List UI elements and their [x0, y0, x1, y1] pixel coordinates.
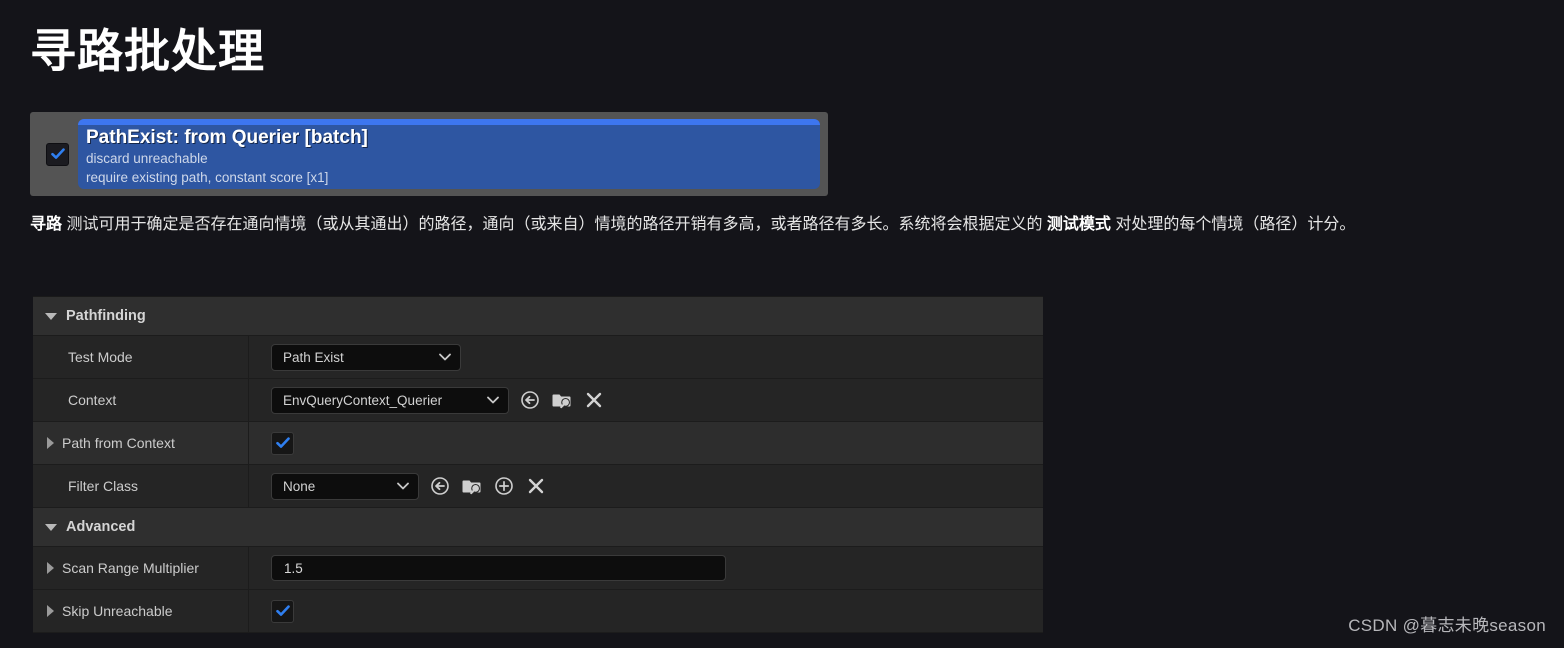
property-label-text: Test Mode	[68, 349, 133, 365]
page-title: 寻路批处理	[30, 25, 265, 77]
property-value-skip-unreachable	[249, 590, 1043, 632]
node-subtitle-line-1: discard unreachable	[86, 150, 208, 166]
table-row: Path from Context	[33, 422, 1043, 465]
clear-asset-icon[interactable]	[583, 389, 605, 411]
node-title: PathExist: from Querier [batch]	[86, 127, 368, 148]
description-bold-lead: 寻路	[30, 216, 63, 233]
new-asset-icon[interactable]	[493, 475, 515, 497]
property-value-filter-class: None	[249, 465, 1043, 507]
description-bold-mid: 测试模式	[1046, 216, 1111, 233]
chevron-down-icon	[45, 523, 57, 531]
chevron-right-icon[interactable]	[47, 562, 54, 574]
description-text-1: 测试可用于确定是否存在通向情境（或从其通出）的路径，通向（或来自）情境的路径开销…	[62, 216, 1047, 233]
scan-range-multiplier-input[interactable]: 1.5	[271, 555, 726, 581]
property-label-scan-range-multiplier: Scan Range Multiplier	[33, 547, 249, 589]
table-row: Test Mode Path Exist	[33, 336, 1043, 379]
skip-unreachable-checkbox[interactable]	[271, 599, 294, 623]
filter-class-value: None	[283, 478, 316, 494]
property-label-filter-class: Filter Class	[33, 465, 249, 507]
chevron-right-icon[interactable]	[47, 437, 54, 449]
eqs-test-node-card[interactable]: PathExist: from Querier [batch] discard …	[30, 112, 828, 196]
node-body[interactable]: PathExist: from Querier [batch] discard …	[78, 119, 820, 189]
property-label-path-from-context: Path from Context	[33, 422, 249, 464]
test-mode-value: Path Exist	[283, 349, 344, 365]
clear-asset-icon[interactable]	[525, 475, 547, 497]
path-from-context-checkbox[interactable]	[271, 431, 294, 455]
node-enable-checkbox[interactable]	[46, 142, 69, 166]
description-paragraph: 寻路 测试可用于确定是否存在通向情境（或从其通出）的路径，通向（或来自）情境的路…	[30, 211, 1530, 239]
category-header-pathfinding[interactable]: Pathfinding	[33, 297, 1043, 336]
context-dropdown[interactable]: EnvQueryContext_Querier	[271, 386, 509, 414]
property-label-text: Filter Class	[68, 478, 139, 494]
property-label-skip-unreachable: Skip Unreachable	[33, 590, 249, 632]
use-selected-asset-icon[interactable]	[519, 389, 541, 411]
test-mode-dropdown[interactable]: Path Exist	[271, 343, 461, 371]
chevron-down-icon	[45, 312, 57, 320]
property-label-context: Context	[33, 379, 249, 421]
scan-range-multiplier-value: 1.5	[284, 560, 303, 576]
property-value-context: EnvQueryContext_Querier	[249, 379, 1043, 421]
table-row: Scan Range Multiplier 1.5	[33, 547, 1043, 590]
table-row: Filter Class None	[33, 465, 1043, 508]
property-value-scan-range-multiplier: 1.5	[249, 547, 1043, 589]
filter-class-dropdown[interactable]: None	[271, 472, 419, 500]
chevron-down-icon	[487, 396, 499, 404]
chevron-down-icon	[397, 482, 409, 490]
category-label: Advanced	[66, 519, 136, 535]
node-subtitle-line-2: require existing path, constant score [x…	[86, 170, 329, 186]
property-label-text: Scan Range Multiplier	[62, 560, 199, 576]
property-label-test-mode: Test Mode	[33, 336, 249, 378]
browse-asset-icon[interactable]	[551, 389, 573, 411]
category-label: Pathfinding	[66, 308, 146, 324]
chevron-right-icon[interactable]	[47, 605, 54, 617]
browse-asset-icon[interactable]	[461, 475, 483, 497]
chevron-down-icon	[439, 353, 451, 361]
category-header-advanced[interactable]: Advanced	[33, 508, 1043, 547]
details-panel: Pathfinding Test Mode Path Exist Context…	[33, 296, 1043, 633]
property-label-text: Skip Unreachable	[62, 603, 173, 619]
property-value-test-mode: Path Exist	[249, 336, 1043, 378]
node-accent-bar	[78, 119, 820, 125]
description-text-2: 对处理的每个情境（路径）计分。	[1110, 216, 1356, 233]
property-value-path-from-context	[249, 422, 1043, 464]
use-selected-asset-icon[interactable]	[429, 475, 451, 497]
property-label-text: Path from Context	[62, 435, 175, 451]
context-value: EnvQueryContext_Querier	[283, 392, 443, 408]
property-label-text: Context	[68, 392, 117, 408]
table-row: Context EnvQueryContext_Querier	[33, 379, 1043, 422]
table-row: Skip Unreachable	[33, 590, 1043, 633]
watermark: CSDN @暮志未晚season	[1348, 616, 1546, 635]
